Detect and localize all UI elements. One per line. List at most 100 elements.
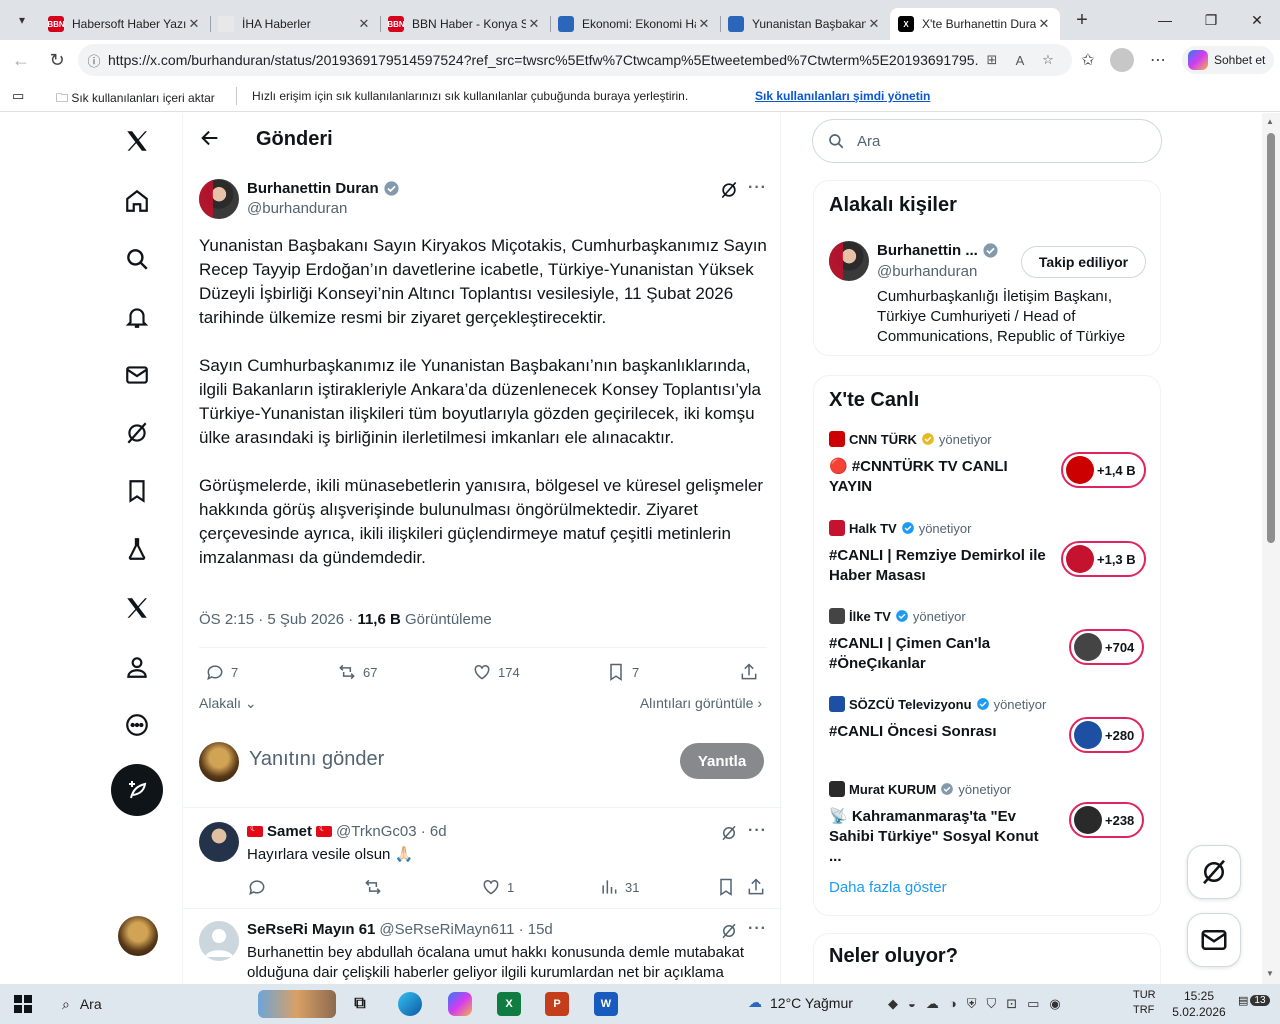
excel-icon[interactable]: X	[497, 992, 521, 1016]
site-info-icon[interactable]: ⓘ	[86, 52, 102, 69]
powerpoint-icon[interactable]: P	[545, 992, 569, 1016]
search-box[interactable]: Ara	[812, 119, 1162, 163]
live-host[interactable]: Halk TV yönetiyor	[829, 520, 971, 536]
more-icon[interactable]: ···	[748, 179, 767, 197]
new-tab-button[interactable]: +	[1066, 9, 1098, 32]
repost-action[interactable]	[363, 877, 383, 897]
bookmark-action[interactable]	[716, 877, 736, 897]
favorites-icon[interactable]: ✩	[1076, 48, 1100, 72]
like-action[interactable]: 174	[472, 662, 520, 682]
share-action[interactable]	[746, 877, 766, 897]
task-view-icon[interactable]: ⧉	[348, 992, 372, 1016]
maximize-button[interactable]: ❐	[1188, 0, 1234, 40]
close-window-button[interactable]: ✕	[1234, 0, 1280, 40]
taskbar-search[interactable]: ⌕ Ara	[52, 988, 342, 1020]
copilot-button[interactable]: Sohbet et	[1182, 46, 1274, 74]
live-broadcast-item[interactable]: İlke TV yönetiyor #CANLI | Çimen Can'la #Ö…	[829, 608, 1149, 678]
browser-tab[interactable]: İHA Haberler ✕	[210, 8, 380, 40]
browser-tab[interactable]: X X'te Burhanettin Dura ✕	[890, 8, 1060, 40]
clock[interactable]: 15:25 5.02.2026	[1168, 988, 1230, 1020]
related-handle[interactable]: @burhanduran	[877, 263, 977, 280]
tab-close-icon[interactable]: ✕	[866, 16, 882, 32]
menu-icon[interactable]: ⋯	[1146, 48, 1170, 72]
author-name[interactable]: Burhanettin Duran	[247, 180, 400, 197]
x-logo-icon[interactable]	[112, 116, 162, 166]
grok-float-button[interactable]	[1187, 845, 1241, 899]
home-icon[interactable]	[112, 176, 162, 226]
live-listeners-pill[interactable]: +1,4 B	[1061, 452, 1146, 488]
tab-close-icon[interactable]: ✕	[696, 16, 712, 32]
profile-icon[interactable]	[112, 642, 162, 692]
grok-icon[interactable]	[720, 922, 738, 940]
word-icon[interactable]: W	[594, 992, 618, 1016]
search-icon[interactable]	[112, 234, 162, 284]
favorite-star-icon[interactable]: ☆	[1040, 52, 1056, 68]
view-quotes-link[interactable]: Alıntıları görüntüle ›	[640, 695, 762, 711]
bookmark-action[interactable]: 7	[606, 662, 639, 682]
messages-float-button[interactable]	[1187, 913, 1241, 967]
scroll-up-icon[interactable]: ▲	[1266, 117, 1274, 126]
reply-action[interactable]	[247, 877, 267, 897]
windows-start-icon[interactable]	[14, 995, 32, 1013]
reply-avatar[interactable]	[199, 822, 239, 862]
messages-icon[interactable]	[112, 350, 162, 400]
live-broadcast-item[interactable]: CNN TÜRK yönetiyor 🔴 #CNNTÜRK TV CANLI YAY…	[829, 431, 1149, 501]
reply-input[interactable]: Yanıtını gönder	[249, 748, 384, 771]
related-dropdown[interactable]: Alakalı ⌄	[199, 695, 257, 712]
browser-tab[interactable]: BBN Habersoft Haber Yazılı ✕	[40, 8, 210, 40]
minimize-button[interactable]: —	[1142, 0, 1188, 40]
live-host[interactable]: CNN TÜRK yönetiyor	[829, 431, 992, 447]
live-host[interactable]: Murat KURUM yönetiyor	[829, 781, 1011, 797]
url-field[interactable]: ⓘ https://x.com/burhanduran/status/20193…	[78, 44, 1072, 76]
refresh-icon[interactable]: ↻	[40, 43, 74, 77]
premium-x-icon[interactable]	[112, 583, 162, 633]
manage-favorites-link[interactable]: Sık kullanılanları şimdi yönetin	[755, 89, 930, 103]
reply-author[interactable]: Samet @TrknGc03 · 6d	[247, 823, 447, 840]
grok-icon[interactable]	[719, 180, 739, 200]
input-language[interactable]: TUR TRF	[1133, 988, 1156, 1018]
related-avatar[interactable]	[829, 241, 869, 281]
weather-widget[interactable]: ☁ 12°C Yağmur	[748, 994, 853, 1011]
grok-icon[interactable]	[112, 408, 162, 458]
tab-actions-button[interactable]: ▾	[4, 5, 40, 35]
system-tray-icons[interactable]: ◆◒☁◑⛨⛉⊡▭◉	[888, 996, 1071, 1012]
scroll-down-icon[interactable]: ▼	[1266, 969, 1274, 978]
more-icon[interactable]: ···	[748, 920, 767, 938]
more-icon[interactable]: ···	[748, 822, 767, 840]
author-handle[interactable]: @burhanduran	[247, 200, 347, 217]
author-avatar[interactable]	[199, 179, 239, 219]
live-broadcast-item[interactable]: SÖZCÜ Televizyonu yönetiyor #CANLI Öncesi …	[829, 696, 1149, 766]
default-avatar[interactable]	[199, 921, 239, 961]
live-listeners-pill[interactable]: +1,3 B	[1061, 541, 1146, 577]
live-listeners-pill[interactable]: +238	[1069, 802, 1145, 838]
back-icon[interactable]: ←	[4, 43, 38, 77]
tab-close-icon[interactable]: ✕	[186, 16, 202, 32]
reply-author[interactable]: SeRseRi Mayın 61 @SeRseRiMayn611 · 15d	[247, 921, 553, 938]
edge-icon[interactable]	[398, 992, 422, 1016]
back-arrow-icon[interactable]	[199, 127, 223, 151]
apps-icon[interactable]: ⊞	[984, 52, 1000, 68]
read-aloud-icon[interactable]: A	[1012, 52, 1028, 68]
tab-close-icon[interactable]: ✕	[356, 16, 372, 32]
scrollbar[interactable]: ▲ ▼	[1262, 113, 1280, 984]
grok-icon[interactable]	[720, 824, 738, 842]
notification-center[interactable]: ▤ 13	[1238, 994, 1270, 1007]
reply-action[interactable]: 7	[205, 662, 238, 682]
bookmarks-icon[interactable]	[112, 466, 162, 516]
browser-tab[interactable]: Yunanistan Başbakanı ✕	[720, 8, 890, 40]
share-action[interactable]	[739, 662, 759, 682]
related-name[interactable]: Burhanettin ...	[877, 242, 999, 259]
profile-avatar[interactable]	[1110, 48, 1134, 72]
copilot-icon[interactable]	[448, 992, 472, 1016]
scrollbar-thumb[interactable]	[1267, 133, 1275, 543]
following-button[interactable]: Takip ediliyor	[1021, 246, 1146, 278]
jobs-icon[interactable]	[112, 524, 162, 574]
tab-close-icon[interactable]: ✕	[526, 16, 542, 32]
live-broadcast-item[interactable]: Murat KURUM yönetiyor 📡 Kahramanmaraş'ta "…	[829, 781, 1149, 865]
reply-button[interactable]: Yanıtla	[680, 743, 764, 779]
import-favorites-button[interactable]: 🗀 Sık kullanılanları içeri aktar	[56, 89, 215, 110]
show-more-link[interactable]: Daha fazla göster	[829, 879, 947, 896]
tweet-timestamp[interactable]: ÖS 2:15 · 5 Şub 2026 ·	[199, 611, 357, 628]
like-action[interactable]: 1	[481, 877, 514, 897]
repost-action[interactable]: 67	[337, 662, 377, 682]
